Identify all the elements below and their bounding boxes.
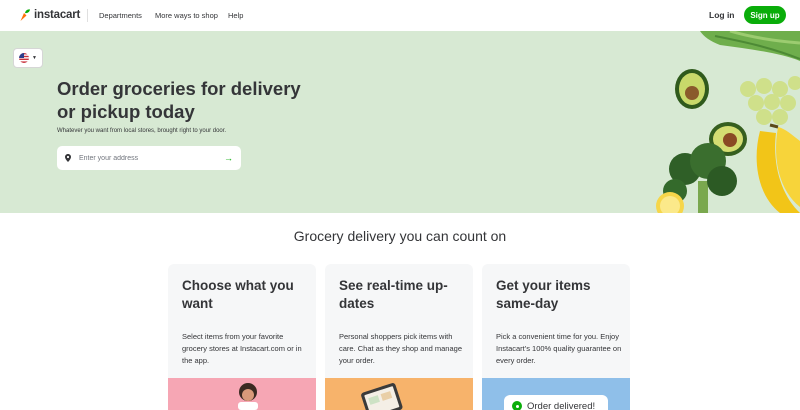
section-heading: Grocery delivery you can count on [293,228,507,244]
card-image-phone [325,378,473,410]
order-delivered-badge: Order delivered! [504,395,608,410]
produce-illustration [656,31,800,213]
locale-selector[interactable]: ▼ [13,48,43,68]
hero-heading: Order groceries for delivery or pickup t… [57,78,301,122]
nav-more-ways-to-shop[interactable]: More ways to shop [155,0,218,31]
hero-subtitle: Whatever you want from local stores, bro… [57,128,227,134]
brand-name: instacart [34,9,81,21]
card-title: Choose what you want [182,278,294,311]
card-description: Personal shoppers pick items with care. … [339,332,462,365]
carrot-icon [20,9,30,21]
feature-card-choose: Choose what you want Select items from y… [168,264,316,410]
address-search-box[interactable]: → [57,146,241,170]
hero-banner: ▼ Order groceries for delivery or pickup… [0,31,800,213]
top-navigation-bar: instacart Departments More ways to shop … [0,0,800,31]
card-title: See real-time up-dates [339,278,448,311]
login-link[interactable]: Log in [709,10,735,20]
us-flag-icon [19,53,30,63]
address-input[interactable] [79,154,224,162]
nav-help[interactable]: Help [228,0,243,31]
nav-departments[interactable]: Departments [99,0,142,31]
feature-card-updates: See real-time up-dates Personal shoppers… [325,264,473,410]
header-divider [87,9,88,22]
instacart-logo[interactable]: instacart [19,8,80,22]
feature-card-same-day: Get your items same-day Pick a convenien… [482,264,630,410]
location-pin-icon [65,154,75,162]
card-title: Get your items same-day [496,278,591,311]
delivered-label: Order delivered! [527,400,596,410]
signup-button[interactable]: Sign up [744,6,786,24]
chevron-down-icon: ▼ [32,55,37,61]
card-image-delivered: Order delivered! [482,378,630,410]
card-image-shopper [168,378,316,410]
location-pin-icon [512,401,522,410]
card-description: Pick a convenient time for you. Enjoy In… [496,332,622,365]
card-description: Select items from your favorite grocery … [182,332,302,365]
arrow-right-icon[interactable]: → [224,153,233,163]
